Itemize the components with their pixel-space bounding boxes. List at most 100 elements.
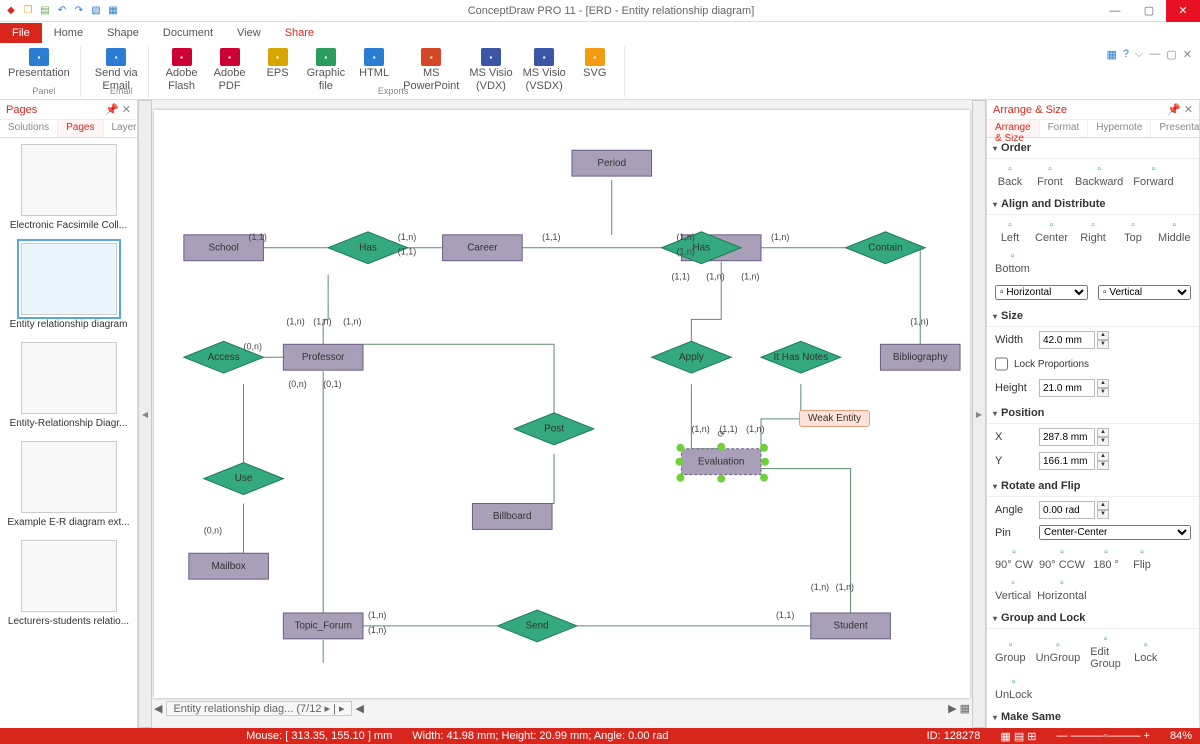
tab-scroll-end-icon[interactable]: ▶ ▦	[948, 702, 970, 715]
page-thumb[interactable]: Example E-R diagram ext...	[0, 435, 137, 534]
align-left[interactable]: ▫Left	[995, 219, 1025, 244]
order-front[interactable]: ▫Front	[1035, 163, 1065, 188]
group-group[interactable]: ▫Group	[995, 639, 1026, 664]
ribbon-ms-visio-vdx-[interactable]: ▪MS Visio(VDX)	[469, 46, 512, 97]
arrange-panel-buttons[interactable]: 📌 ✕	[1167, 103, 1193, 116]
page-thumb[interactable]: Entity-Relationship Diagr...	[0, 336, 137, 435]
ribbon-adobe-pdf[interactable]: ▪AdobePDF	[211, 46, 249, 97]
section-make-same[interactable]: Make Same	[987, 707, 1199, 722]
arrange-panel-body: Order ▫Back ▫Front ▫Backward ▫Forward Align a…	[987, 138, 1199, 722]
menu-shape[interactable]: Shape	[95, 23, 151, 43]
redo-icon[interactable]: ↷	[72, 4, 86, 18]
tab-prev-icon[interactable]: ◀	[154, 702, 162, 715]
ribbon-min-icon[interactable]: —	[1149, 48, 1160, 61]
pages-tab-solutions[interactable]: Solutions	[0, 120, 58, 137]
pages-tab-pages[interactable]: Pages	[58, 120, 103, 137]
order-back[interactable]: ▫Back	[995, 163, 1025, 188]
rotate--cw[interactable]: ▫90° CW	[995, 546, 1033, 571]
rotate-horizontal[interactable]: ▫Horizontal	[1037, 577, 1087, 602]
arrange-tab-presentation[interactable]: Presentation	[1151, 120, 1200, 137]
section-position[interactable]: Position	[987, 403, 1199, 424]
menu-home[interactable]: Home	[42, 23, 95, 43]
lock-proportions[interactable]: Lock Proportions	[995, 355, 1089, 373]
align-middle[interactable]: ▫Middle	[1158, 219, 1190, 244]
sheet-tab[interactable]: Entity relationship diag... (7/12 ▸ | ▸	[166, 701, 351, 716]
svg-text:(1,1): (1,1)	[398, 247, 416, 257]
zoom-slider[interactable]: — ———◦——— +	[1057, 730, 1150, 742]
ribbon-max-icon[interactable]: ▢	[1166, 48, 1176, 61]
ribbon-adobe-flash[interactable]: ▪AdobeFlash	[163, 46, 201, 97]
group-ungroup[interactable]: ▫UnGroup	[1036, 639, 1081, 664]
page-thumb[interactable]: Lecturers-students relatio...	[0, 534, 137, 633]
svg-text:Student: Student	[833, 621, 867, 632]
maximize-button[interactable]: ▢	[1132, 0, 1166, 22]
drawing-canvas[interactable]: PeriodSchoolCareerMatterProfessorBibliog…	[154, 110, 970, 698]
page-thumb[interactable]: Entity relationship diagram	[0, 237, 137, 336]
minimize-button[interactable]: —	[1098, 0, 1132, 22]
ribbon-graphic-file[interactable]: ▪Graphicfile	[307, 46, 346, 97]
ribbon-opts-icon[interactable]: ⌵	[1135, 48, 1143, 61]
group-lock[interactable]: ▫Lock	[1131, 639, 1161, 664]
help-icon[interactable]: ?	[1123, 48, 1129, 61]
ribbon-eps[interactable]: ▪EPS	[259, 46, 297, 97]
order-forward[interactable]: ▫Forward	[1133, 163, 1173, 188]
save-icon[interactable]: ▧	[89, 4, 103, 18]
svg-text:(1,n): (1,n)	[286, 316, 304, 326]
ribbon-svg[interactable]: ▪SVG	[576, 46, 614, 97]
align-top[interactable]: ▫Top	[1118, 219, 1148, 244]
section-order[interactable]: Order	[987, 138, 1199, 159]
rotate-vertical[interactable]: ▫Vertical	[995, 577, 1031, 602]
close-button[interactable]: ✕	[1166, 0, 1200, 22]
scroll-left-arrow[interactable]: ◀	[138, 100, 152, 728]
pages-panel-buttons[interactable]: 📌 ✕	[105, 103, 131, 116]
menu-document[interactable]: Document	[151, 23, 225, 43]
pos-y[interactable]	[1039, 452, 1095, 470]
svg-text:(1,n): (1,n)	[811, 582, 829, 592]
menu-view[interactable]: View	[225, 23, 273, 43]
status-view-icons[interactable]: ▦ ▤ ⊞	[1000, 730, 1036, 743]
rotate-angle[interactable]	[1039, 501, 1095, 519]
grid-icon[interactable]: ▦	[1107, 48, 1117, 61]
pages-tab-layers[interactable]: Layers	[104, 120, 139, 137]
arrange-tab-arrange-size[interactable]: Arrange & Size	[987, 120, 1040, 137]
size-height[interactable]	[1039, 379, 1095, 397]
align-right[interactable]: ▫Right	[1078, 219, 1108, 244]
size-width[interactable]	[1039, 331, 1095, 349]
align-vertical[interactable]: ▫ Vertical	[1098, 285, 1191, 300]
rotate-flip[interactable]: ▫Flip	[1127, 546, 1157, 571]
group-edit-group[interactable]: ▫EditGroup	[1090, 633, 1121, 670]
pages-panel-title: Pages	[6, 104, 37, 116]
arrange-panel-title: Arrange & Size	[993, 104, 1067, 116]
scroll-right-arrow[interactable]: ▶	[972, 100, 986, 728]
group-unlock[interactable]: ▫UnLock	[995, 676, 1032, 701]
preview-icon[interactable]: ▦	[106, 4, 120, 18]
tab-scroll-icon[interactable]: ◀	[356, 702, 364, 715]
order-backward[interactable]: ▫Backward	[1075, 163, 1123, 188]
section-rotate-and-flip[interactable]: Rotate and Flip	[987, 476, 1199, 497]
svg-text:(1,n): (1,n)	[910, 316, 928, 326]
section-size[interactable]: Size	[987, 306, 1199, 327]
ribbon-ms-visio-vsdx-[interactable]: ▪MS Visio(VSDX)	[523, 46, 566, 97]
rotate--[interactable]: ▫180 °	[1091, 546, 1121, 571]
ribbon-close-icon[interactable]: ✕	[1183, 48, 1192, 61]
menu-file[interactable]: File	[0, 23, 42, 43]
pos-x[interactable]	[1039, 428, 1095, 446]
undo-icon[interactable]: ↶	[55, 4, 69, 18]
section-group-and-lock[interactable]: Group and Lock	[987, 608, 1199, 629]
section-align-and-distribute[interactable]: Align and Distribute	[987, 194, 1199, 215]
svg-text:Billboard: Billboard	[493, 511, 532, 522]
arrange-tab-hypernote[interactable]: Hypernote	[1088, 120, 1151, 137]
svg-text:(1,n): (1,n)	[676, 247, 694, 257]
page-thumb[interactable]: Electronic Facsimile Coll...	[0, 138, 137, 237]
align-horizontal[interactable]: ▫ Horizontal	[995, 285, 1088, 300]
align-center[interactable]: ▫Center	[1035, 219, 1068, 244]
rotate-pin[interactable]: Center-Center	[1039, 525, 1191, 540]
align-bottom[interactable]: ▫Bottom	[995, 250, 1030, 275]
rotate--ccw[interactable]: ▫90° CCW	[1039, 546, 1085, 571]
open-icon[interactable]: ▤	[38, 4, 52, 18]
menu-share[interactable]: Share	[273, 23, 326, 43]
svg-text:(0,n): (0,n)	[244, 341, 262, 351]
new-icon[interactable]: ❐	[21, 4, 35, 18]
ribbon-ms-powerpoint[interactable]: ▪MSPowerPoint	[403, 46, 459, 97]
arrange-tab-format[interactable]: Format	[1040, 120, 1089, 137]
